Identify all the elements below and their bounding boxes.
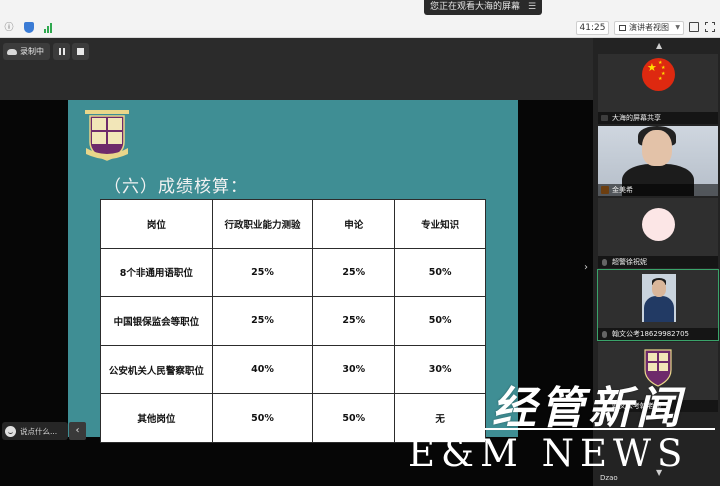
table-header-row: 岗位 行政职业能力测验 申论 专业知识 [100, 199, 486, 249]
table-cell: 其他岗位 [100, 393, 213, 443]
participant-name: 大海的屏幕共享 [598, 112, 718, 124]
table-cell: 8个非通用语职位 [100, 247, 213, 298]
window-icon[interactable] [689, 22, 699, 32]
hanwen-logo [85, 110, 129, 161]
bottom-participant-name: Dzao [600, 474, 618, 482]
watermark-chinese: 经管新闻 [492, 383, 684, 434]
table-cell: 公安机关人民警察职位 [100, 344, 213, 395]
meeting-timer: 41:25 [576, 21, 609, 35]
table-cell: 25% [211, 296, 314, 346]
table-cell: 25% [312, 247, 396, 298]
share-banner-text: 您正在观看大海的屏幕 [430, 2, 521, 12]
pause-icon [58, 48, 61, 55]
app-window: ⓘ 您正在观看大海的屏幕 ☰ 41:25 演讲者视图 ▼ 录制中 （六）成绩核算… [0, 0, 720, 486]
chat-placeholder: 说点什么... [20, 426, 58, 436]
chat-input[interactable]: 说点什么... [2, 422, 68, 440]
chevron-right-icon[interactable]: › [584, 262, 588, 273]
emoji-icon[interactable] [5, 425, 16, 437]
table-cell: 50% [394, 247, 486, 298]
table-cell: 30% [394, 344, 486, 395]
chevron-up-icon[interactable]: ▲ [656, 41, 662, 50]
recording-label: 录制中 [20, 47, 44, 56]
header-cell: 行政职业能力测验 [211, 199, 314, 249]
watermark-divider [405, 428, 715, 430]
score-table: 岗位 行政职业能力测验 申论 专业知识 8个非通用语职位 25% 25% 50%… [100, 199, 486, 443]
participant-tile[interactable]: ★ ★ ★ ★ ★ 大海的屏幕共享 [598, 54, 718, 124]
table-cell: 30% [312, 344, 396, 395]
screen-share-banner: 您正在观看大海的屏幕 ☰ [424, 0, 543, 15]
table-row: 8个非通用语职位 25% 25% 50% [100, 247, 486, 298]
fullscreen-icon[interactable] [705, 22, 715, 32]
shield-icon[interactable] [24, 22, 34, 33]
table-row: 公安机关人民警察职位 40% 30% 30% [100, 344, 486, 395]
participant-name: 超警徐祝妮 [598, 256, 718, 268]
table-cell: 50% [211, 393, 314, 443]
status-icons: ⓘ [4, 22, 52, 33]
table-cell: 25% [211, 247, 314, 298]
table-cell: 50% [394, 296, 486, 346]
header-cell: 申论 [312, 199, 396, 249]
participant-tile[interactable]: 翰文公考18629982705 [597, 269, 719, 341]
cloud-icon [7, 48, 17, 55]
table-cell: 中国银保监会等职位 [100, 296, 213, 346]
participant-tile[interactable]: 金美希 [598, 126, 718, 196]
watermark-english: E&M NEWS [408, 432, 689, 475]
stop-icon [77, 48, 84, 55]
grid-icon [619, 25, 626, 31]
slide-title: （六）成绩核算： [104, 177, 248, 197]
participant-tile[interactable]: 超警徐祝妮 [598, 198, 718, 268]
signal-icon[interactable] [44, 22, 52, 33]
info-icon[interactable]: ⓘ [4, 23, 14, 33]
participant-name: 金美希 [598, 184, 718, 196]
pause-recording-button[interactable] [53, 43, 70, 60]
avatar [642, 208, 675, 241]
video-feed [642, 274, 676, 322]
china-flag-avatar: ★ ★ ★ ★ ★ [642, 58, 675, 91]
header-cell: 专业知识 [394, 199, 486, 249]
participant-name: 翰文公考18629982705 [598, 328, 718, 340]
view-mode-button[interactable]: 演讲者视图 ▼ [614, 21, 684, 35]
table-row: 中国银保监会等职位 25% 25% 50% [100, 296, 486, 346]
table-cell: 25% [312, 296, 396, 346]
table-cell: 40% [211, 344, 314, 395]
collapse-chat-button[interactable]: ‹ [69, 422, 86, 440]
stop-recording-button[interactable] [72, 43, 89, 60]
table-cell: 50% [312, 393, 396, 443]
chevron-down-icon: ▼ [675, 24, 680, 31]
menu-icon[interactable]: ☰ [528, 0, 536, 15]
recording-status[interactable]: 录制中 [3, 43, 50, 60]
header-cell: 岗位 [100, 199, 213, 249]
top-toolbar: ⓘ 您正在观看大海的屏幕 ☰ 41:25 演讲者视图 ▼ [0, 0, 720, 38]
view-mode-label: 演讲者视图 [629, 23, 669, 32]
